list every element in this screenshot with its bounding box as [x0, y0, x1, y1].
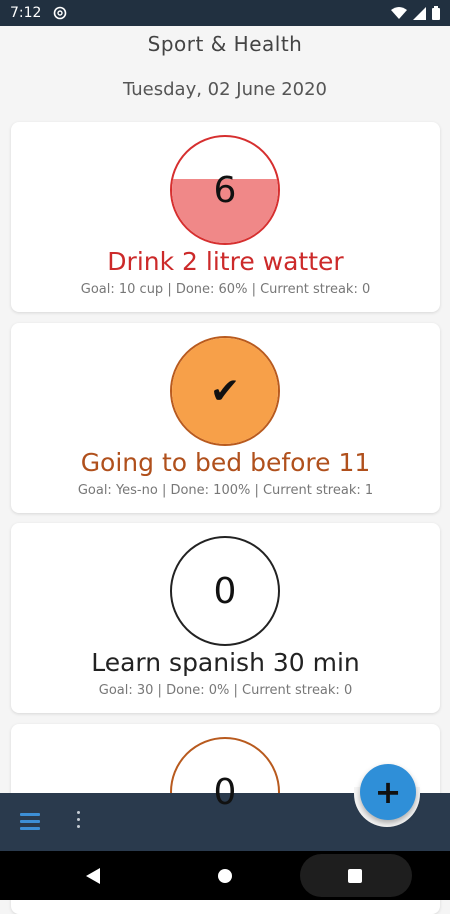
habit-count: ✔ [209, 370, 241, 412]
habit-stats: Goal: 30 | Done: 0% | Current streak: 0 [98, 683, 353, 698]
battery-icon [432, 6, 440, 20]
at-sign-icon [53, 6, 67, 20]
habit-card[interactable]: 0 Learn spanish 30 min Goal: 30 | Done: 0%… [11, 523, 440, 713]
habit-stats: Goal: 10 cup | Done: 60% | Current strea… [80, 282, 371, 297]
page-title: Sport & Health [147, 32, 303, 56]
habit-progress-circle[interactable]: 6 [170, 135, 280, 245]
signal-icon [413, 6, 426, 20]
habit-count: 0 [213, 771, 237, 813]
habit-count: 6 [213, 169, 237, 211]
status-time: 7:12 [10, 5, 42, 21]
habit-count: 0 [213, 570, 237, 612]
habit-card[interactable]: 6 Drink 2 litre watter Goal: 10 cup | Done… [11, 122, 440, 312]
habit-name: Learn spanish 30 min [91, 648, 360, 677]
wifi-icon [391, 7, 407, 19]
hamburger-menu-icon[interactable] [20, 813, 40, 831]
back-icon[interactable] [86, 868, 100, 884]
habit-progress-circle[interactable]: 0 [170, 536, 280, 646]
add-habit-button[interactable]: + [360, 764, 416, 820]
habit-name: Drink 2 litre watter [107, 247, 344, 276]
habit-stats: Goal: Yes-no | Done: 100% | Current stre… [77, 483, 374, 498]
habit-name: Going to bed before 11 [80, 448, 371, 477]
system-nav-bar [0, 851, 450, 900]
habit-card[interactable]: ✔ Going to bed before 11 Goal: Yes-no | Do… [11, 323, 440, 513]
habit-progress-circle[interactable]: ✔ [170, 336, 280, 446]
home-icon[interactable] [218, 869, 232, 883]
date-label: Tuesday, 02 June 2020 [122, 79, 328, 100]
recents-icon[interactable] [348, 869, 362, 883]
more-vertical-icon[interactable] [74, 811, 82, 833]
status-bar: 7:12 [0, 0, 450, 26]
